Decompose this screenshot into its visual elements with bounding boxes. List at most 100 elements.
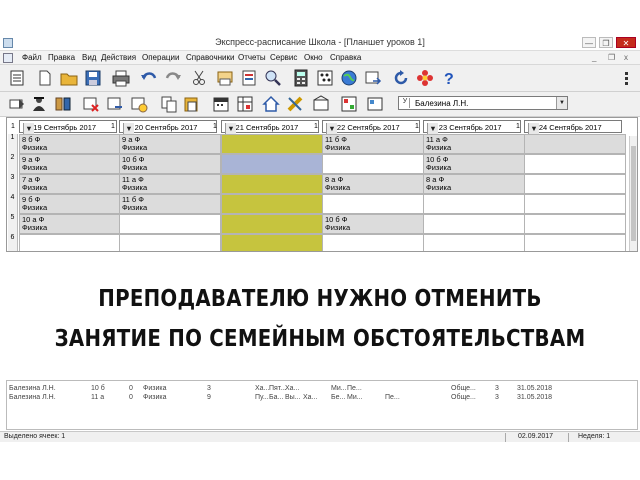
help-icon[interactable]: ? [440,69,458,87]
lesson-cell[interactable]: 10 б Ф Физика [322,214,424,234]
menu-operations[interactable]: Операции [142,53,179,62]
ruler-icon[interactable] [286,95,304,113]
teacher-select[interactable]: У Балезина Л.Н. ▼ [398,96,568,110]
grid-scrollbar[interactable] [629,136,637,251]
lesson-cell[interactable] [221,134,323,154]
toolbar-overflow-icon[interactable] [618,69,632,87]
group-icon[interactable] [54,95,72,113]
grid-icon[interactable] [340,95,358,113]
lesson-cell[interactable]: 9 а Ф Физика [119,134,221,154]
chevron-down-icon[interactable]: ▼ [556,97,567,109]
lesson-cell[interactable] [221,154,323,174]
table-row[interactable]: Балезина Л.Н. 11 а 0 Физика 9 Пу... Ба... Вы...… [7,394,627,403]
flower-icon[interactable] [416,69,434,87]
lesson-cell[interactable] [423,194,525,214]
lesson-cell[interactable] [524,154,626,174]
lesson-cell[interactable]: 11 а Ф Физика [119,174,221,194]
lesson-cell[interactable]: 8 а Ф Физика [423,174,525,194]
lesson-cell[interactable] [221,234,323,251]
print-icon[interactable] [112,69,130,87]
calculator-icon[interactable] [292,69,310,87]
mdi-close-button[interactable]: x [624,53,628,62]
scroll-thumb[interactable] [631,146,636,241]
lesson-cell[interactable] [423,234,525,251]
lesson-cell[interactable] [423,214,525,234]
card-icon[interactable] [366,95,384,113]
lesson-cell[interactable] [322,234,424,251]
open-folder-icon[interactable] [60,69,78,87]
lesson-cell[interactable]: 10 б Ф Физика [119,154,221,174]
close-button[interactable]: ✕ [616,37,636,48]
teacher-icon[interactable] [30,95,48,113]
lesson-cell[interactable] [119,214,221,234]
chevron-down-icon[interactable]: ▼ [123,123,134,134]
menu-window[interactable]: Окно [304,53,323,62]
arrow-icon[interactable] [8,95,26,113]
menu-view[interactable]: Вид [82,53,96,62]
mdi-restore-button[interactable]: ❐ [608,53,615,62]
lesson-cell[interactable] [19,234,121,251]
home-icon[interactable] [262,95,280,113]
save-icon[interactable] [84,69,102,87]
lesson-cell[interactable]: 11 а Ф Физика [423,134,525,154]
table-row[interactable]: Балезина Л.Н. 10 б 0 Физика 3 Ха... Пят... Ха..… [7,385,627,394]
report-icon[interactable] [240,69,258,87]
day-select[interactable]: Ср 20 Сентябрь 2017 ▼ [119,120,217,134]
chevron-down-icon[interactable]: ▼ [427,123,438,134]
day-select[interactable]: Вт 19 Сентябрь 2017 ▼ [19,120,117,134]
search-glass-icon[interactable] [264,69,282,87]
globe-icon[interactable] [340,69,358,87]
lesson-cell[interactable]: 8 а Ф Физика [322,174,424,194]
lesson-cell[interactable] [221,194,323,214]
list-icon[interactable] [8,69,26,87]
day-select[interactable]: Вс 24 Сентябрь 2017 ▼ [524,120,622,134]
minimize-button[interactable]: — [582,37,596,48]
day-select[interactable]: Сб 23 Сентябрь 2017 ▼ [423,120,521,134]
menu-references[interactable]: Справочники [186,53,234,62]
new-document-icon[interactable] [36,69,54,87]
lesson-cell[interactable]: 10 а Ф Физика [19,214,121,234]
chevron-down-icon[interactable]: ▼ [23,123,34,134]
lesson-cell[interactable]: 9 б Ф Физика [19,194,121,214]
mdi-minimize-button[interactable]: _ [592,53,596,62]
refresh-icon[interactable] [392,69,410,87]
lesson-cell[interactable]: 11 б Ф Физика [322,134,424,154]
lesson-cell[interactable]: 11 б Ф Физика [119,194,221,214]
export-icon[interactable] [364,69,382,87]
menu-service[interactable]: Сервис [270,53,297,62]
menu-edit[interactable]: Правка [48,53,75,62]
chevron-down-icon[interactable]: ▼ [528,123,539,134]
lesson-cell[interactable] [221,174,323,194]
mdi-document-icon[interactable] [3,53,13,63]
clock-icon[interactable] [130,95,148,113]
lesson-cell[interactable] [524,214,626,234]
lesson-cell[interactable]: 7 а Ф Физика [19,174,121,194]
redo-icon[interactable] [164,69,182,87]
delete-lesson-icon[interactable] [82,95,100,113]
move-lesson-icon[interactable] [106,95,124,113]
day-select[interactable]: Чт 21 Сентябрь 2017 ▼ [221,120,319,134]
lesson-cell[interactable] [524,234,626,251]
menu-file[interactable]: Файл [22,53,42,62]
lesson-cell[interactable] [322,154,424,174]
lesson-cell[interactable] [119,234,221,251]
chevron-down-icon[interactable]: ▼ [326,123,337,134]
lesson-cell[interactable] [524,174,626,194]
schedule-icon[interactable] [236,95,254,113]
menu-reports[interactable]: Отчеты [238,53,266,62]
scissors-icon[interactable] [190,69,208,87]
menu-help[interactable]: Справка [330,53,361,62]
paste-icon[interactable] [182,95,200,113]
calendar-icon[interactable] [212,95,230,113]
lesson-cell[interactable]: 9 а Ф Физика [19,154,121,174]
lesson-cell[interactable] [221,214,323,234]
chevron-down-icon[interactable]: ▼ [225,123,236,134]
lesson-cell[interactable] [524,194,626,214]
maximize-button[interactable]: ❐ [599,37,613,48]
print-preview-icon[interactable] [216,69,234,87]
undo-icon[interactable] [140,69,158,87]
copy-icon[interactable] [160,95,178,113]
room-icon[interactable] [312,95,330,113]
lesson-cell[interactable]: 8 б Ф Физика [19,134,121,154]
lesson-cell[interactable]: 10 б Ф Физика [423,154,525,174]
